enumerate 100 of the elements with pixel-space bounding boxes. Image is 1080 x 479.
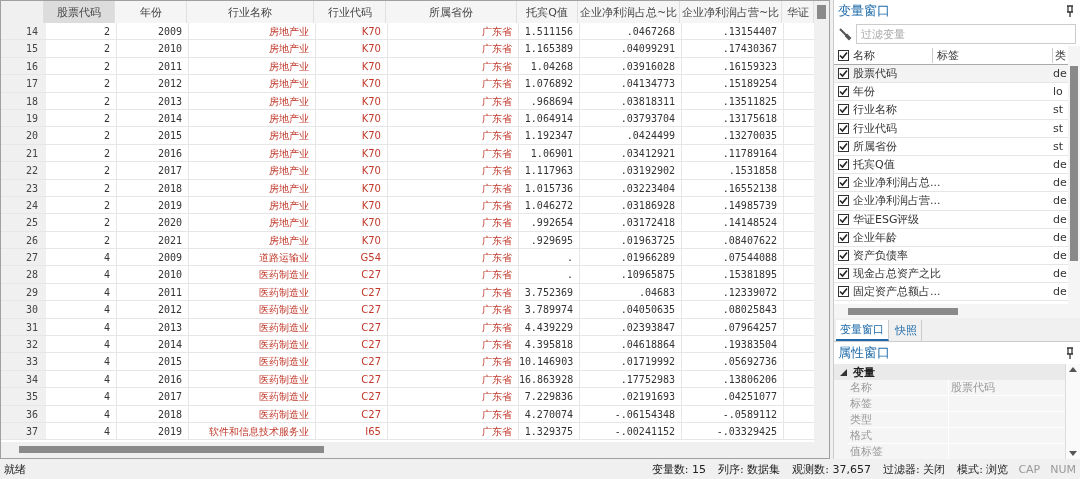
table-cell: 广东省: [388, 301, 519, 319]
scroll-up-icon[interactable]: [1069, 367, 1077, 372]
table-cell: 2010: [117, 266, 189, 284]
table-cell: 2019: [117, 196, 189, 215]
table-cell: .1531858: [682, 162, 784, 180]
column-header[interactable]: 托宾Q值: [517, 1, 578, 23]
variable-name: 年份: [853, 84, 876, 100]
table-cell: 7.229836: [519, 388, 580, 406]
table-cell: 1.06901: [519, 144, 580, 163]
table-cell: 广东省: [388, 92, 519, 110]
checkbox[interactable]: [838, 86, 849, 98]
table-cell: 2: [46, 214, 117, 232]
variable-type: st: [1053, 121, 1065, 135]
checkbox[interactable]: [838, 268, 849, 280]
table-cell: 2015: [117, 127, 189, 145]
checkbox[interactable]: [838, 104, 849, 116]
table-cell: 广东省: [388, 370, 519, 389]
table-cell: .04134773: [580, 75, 682, 93]
column-header[interactable]: 标签: [933, 47, 1053, 63]
table-cell: 1.117963: [519, 162, 580, 180]
pin-icon[interactable]: [1066, 347, 1074, 359]
table-cell: K70: [316, 214, 388, 232]
filter-field[interactable]: 过滤变量: [856, 24, 1076, 44]
table-cell: C27: [316, 336, 388, 354]
checkbox[interactable]: [838, 68, 849, 80]
panel-title: 属性窗口: [838, 344, 890, 362]
table-cell: 2018: [117, 179, 189, 197]
column-header[interactable]: 行业名称: [187, 1, 314, 23]
variable-row[interactable]: 现金占总资产之比 de: [834, 265, 1068, 284]
column-header[interactable]: 名称: [853, 47, 933, 63]
table-cell: .17752983: [580, 370, 682, 389]
table-cell: 1.192347: [519, 127, 580, 145]
variable-type: lo: [1053, 85, 1064, 99]
panel-tab[interactable]: 快照: [891, 320, 922, 341]
variable-row[interactable]: 股票代码 de: [834, 65, 1068, 84]
table-cell: 10.146903: [519, 353, 580, 371]
table-cell: 2016: [117, 370, 189, 389]
variable-name: 固定资产总额占...: [853, 284, 942, 300]
table-cell: 2010: [117, 40, 189, 58]
collapse-icon[interactable]: [840, 368, 847, 376]
table-cell: K70: [316, 75, 388, 93]
variable-row[interactable]: 企业净利润占营... de: [834, 192, 1068, 211]
column-header[interactable]: 企业净利润占营~比: [680, 1, 782, 23]
checkbox[interactable]: [838, 231, 849, 243]
table-cell: 房地产业: [189, 109, 316, 128]
variable-type: de: [1053, 212, 1067, 226]
column-header[interactable]: 企业净利润占总~比: [578, 1, 680, 23]
table-cell: C27: [316, 353, 388, 371]
checkbox[interactable]: [838, 213, 849, 225]
table-cell: 1.329375: [519, 423, 580, 441]
property-name: 格式: [849, 428, 873, 443]
pin-icon[interactable]: [1066, 5, 1074, 17]
table-cell: 1.04268: [519, 57, 580, 76]
variable-row[interactable]: 行业名称 st: [834, 101, 1068, 120]
table-cell: .0467268: [580, 23, 682, 41]
status-item: 模式: 浏览: [957, 461, 1009, 477]
vertical-scrollbar[interactable]: [1065, 364, 1080, 459]
table-cell: 广东省: [388, 266, 519, 284]
table-cell: .04683: [580, 283, 682, 302]
column-header[interactable]: 年份: [115, 1, 187, 23]
table-cell: .04251077: [682, 388, 784, 406]
panel-tab[interactable]: 变量窗口: [836, 320, 889, 341]
table-cell: -.06154348: [580, 405, 682, 423]
checkbox[interactable]: [838, 159, 849, 171]
checkbox[interactable]: [838, 122, 849, 134]
column-header[interactable]: 行业代码: [314, 1, 386, 23]
variable-name: 资产负债率: [853, 247, 909, 263]
checkbox[interactable]: [838, 177, 849, 189]
table-cell: 房地产业: [189, 92, 316, 110]
vertical-scrollbar[interactable]: [1068, 46, 1080, 304]
checkbox[interactable]: [838, 249, 849, 261]
checkbox[interactable]: [838, 49, 849, 61]
variable-row[interactable]: 年份 lo: [834, 83, 1068, 102]
scroll-down-icon[interactable]: [1069, 451, 1077, 456]
table-cell: 2: [46, 40, 117, 58]
column-header[interactable]: 类: [1053, 47, 1067, 63]
table-cell: .13806206: [682, 370, 784, 389]
horizontal-scrollbar[interactable]: [834, 304, 1080, 318]
table-cell: 2021: [117, 231, 189, 250]
variable-row[interactable]: 企业净利润占总... de: [834, 174, 1068, 193]
checkbox[interactable]: [838, 286, 849, 298]
table-cell: .02393847: [580, 318, 682, 337]
table-cell: .03192902: [580, 162, 682, 180]
wrench-icon[interactable]: [838, 27, 852, 41]
variable-type: de: [1053, 248, 1067, 262]
table-cell: 16.863928: [519, 370, 580, 389]
column-header[interactable]: 所属省份: [386, 1, 517, 23]
column-header[interactable]: 华证: [782, 1, 814, 23]
table-cell: 2009: [117, 23, 189, 41]
checkbox[interactable]: [838, 195, 849, 207]
table-cell: I65: [316, 423, 388, 441]
table-cell: 4.395818: [519, 336, 580, 354]
table-cell: 医药制造业: [189, 318, 316, 337]
variable-name: 企业年龄: [853, 229, 898, 245]
property-name: 类型: [849, 412, 873, 427]
table-cell: 广东省: [388, 196, 519, 215]
column-header[interactable]: 股票代码: [44, 1, 115, 23]
variable-row[interactable]: 固定资产总额占... de: [834, 283, 1068, 302]
checkbox[interactable]: [838, 140, 849, 152]
table-cell: 房地产业: [189, 23, 316, 41]
